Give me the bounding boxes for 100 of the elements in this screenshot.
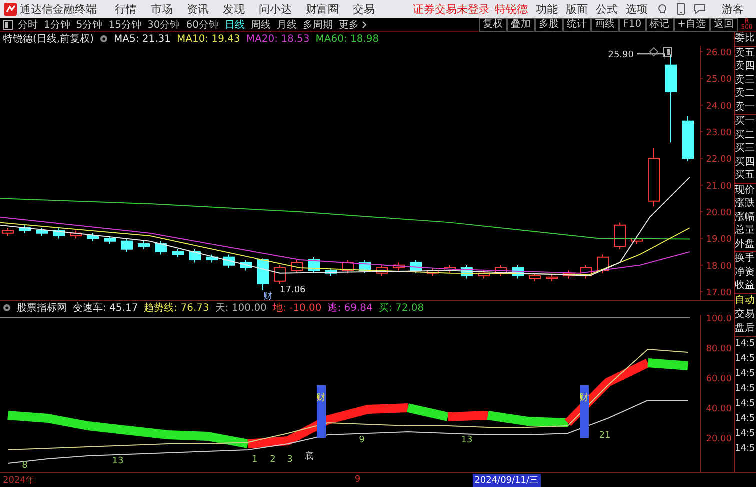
trade-label: 交易 <box>735 308 756 322</box>
period-tab[interactable]: 15分钟 <box>108 18 142 32</box>
period-tab[interactable]: 周线 <box>250 18 271 32</box>
menu-item[interactable]: 财富圈 <box>306 2 339 16</box>
toolbar-button[interactable]: F10 <box>619 18 646 32</box>
axis-label: 21.00 <box>706 182 732 192</box>
signal-label: 9 <box>359 436 365 446</box>
indicator-value: 地: -10.00 <box>272 302 322 315</box>
candle <box>410 260 422 274</box>
candle <box>512 264 524 280</box>
candle <box>240 260 252 272</box>
trade-time: 14:5 <box>735 352 756 366</box>
candle <box>580 264 592 280</box>
quote-label: 买四 <box>735 156 756 169</box>
candle <box>342 260 354 274</box>
toolbar-button[interactable]: 复权 <box>479 18 508 32</box>
quote-label: 卖二 <box>735 87 756 100</box>
candle <box>104 236 116 245</box>
candle <box>597 254 609 274</box>
panel-toggle-icon[interactable] <box>3 20 13 30</box>
period-tab[interactable]: 分时 <box>18 18 38 32</box>
period-tab[interactable]: 更多 <box>338 18 367 32</box>
candle <box>206 254 218 264</box>
menu-item[interactable]: 资讯 <box>187 2 209 16</box>
period-tab[interactable]: 60分钟 <box>186 18 219 32</box>
quote-label: 收益 <box>735 279 756 292</box>
signal-label: 2 <box>270 455 276 465</box>
message-icon[interactable] <box>694 4 706 14</box>
menu-item[interactable]: 公式 <box>596 2 618 16</box>
menu-item[interactable]: 版面 <box>566 2 588 16</box>
signal-label: 财 <box>580 394 588 404</box>
menu-item[interactable]: 市场 <box>151 2 173 16</box>
candle <box>376 264 388 277</box>
period-tab[interactable]: 5分钟 <box>76 18 103 32</box>
toolbar-button[interactable]: 多股 <box>535 18 564 32</box>
quote-label: 卖三 <box>735 74 756 87</box>
date-label: 2024年 <box>3 474 35 486</box>
period-tab[interactable]: 多周期 <box>302 18 333 32</box>
indicator-value: MA20: 18.53 <box>246 34 310 44</box>
period-tab[interactable]: 日线 <box>224 18 245 32</box>
trade-time: 14:5 <box>735 382 756 396</box>
signal-label: 13 <box>112 456 124 466</box>
candle <box>444 264 456 274</box>
app-title: 通达信金融终端 <box>20 2 97 16</box>
caret-icon <box>362 20 367 28</box>
menu-item[interactable]: 问小达 <box>259 2 292 16</box>
menu-item[interactable]: 功能 <box>536 2 558 16</box>
user-name[interactable]: 游客 <box>722 2 744 16</box>
trade-label: 盘后 <box>735 322 756 336</box>
signal-label: 3 <box>287 455 293 465</box>
candle <box>614 222 626 250</box>
settings-icon[interactable] <box>3 304 11 312</box>
toolbar-button[interactable]: 画线 <box>591 18 620 32</box>
period-tab[interactable]: 30分钟 <box>147 18 180 32</box>
candle <box>155 240 167 256</box>
candle <box>325 268 337 277</box>
candle <box>189 248 201 264</box>
quote-label: 涨跌 <box>735 197 756 210</box>
period-tab[interactable]: 1分钟 <box>44 18 70 32</box>
candle <box>274 264 286 285</box>
indicator-value: 逃: 69.84 <box>328 302 373 315</box>
menu-item[interactable]: 行情 <box>115 2 137 16</box>
menu-item[interactable]: 交易 <box>353 2 375 16</box>
candle <box>36 228 48 237</box>
quote-label: 卖一 <box>735 100 756 114</box>
candle <box>257 258 269 291</box>
window-icon[interactable] <box>663 47 672 57</box>
axis-label: 80.00 <box>706 344 732 354</box>
price-annotation: 财 <box>264 292 272 300</box>
quote-label: 现价 <box>735 184 756 197</box>
candle <box>427 268 439 277</box>
indicator-value: 天: 100.00 <box>215 302 267 315</box>
menu-item[interactable]: 选项 <box>626 2 648 16</box>
trade-time: 14:5 <box>735 338 756 350</box>
axis-label: 19.00 <box>706 235 732 246</box>
candle <box>121 238 133 253</box>
price-annotation: 25.90 <box>608 50 634 61</box>
candle <box>359 260 371 274</box>
candle <box>529 272 541 282</box>
trade-time: 14:5 <box>735 368 756 380</box>
toolbar-button[interactable]: 标记 <box>646 18 674 32</box>
candle <box>70 230 82 240</box>
period-tab[interactable]: 月线 <box>276 18 297 32</box>
menu-item[interactable]: 发现 <box>223 2 245 16</box>
trade-time: 14:5 <box>735 442 756 456</box>
chart-title: 股票指标网 <box>17 302 67 315</box>
toolbar-button[interactable]: +自选 <box>674 18 710 32</box>
phone-icon[interactable] <box>677 3 685 15</box>
candle <box>53 228 65 240</box>
signal-label: 底 <box>304 452 314 462</box>
bulb-icon[interactable] <box>657 4 668 14</box>
diamond-icon[interactable] <box>649 47 659 57</box>
trade-time: 14:5 <box>735 398 756 410</box>
toolbar-button[interactable]: 统计 <box>563 18 592 32</box>
quote-label: 委比 <box>735 32 756 46</box>
toolbar-button[interactable]: 返回 <box>710 18 738 32</box>
settings-icon[interactable] <box>100 35 108 43</box>
indicator-value: MA10: 19.43 <box>177 34 240 44</box>
axis-label: 17.00 <box>706 288 732 299</box>
toolbar-button[interactable]: 叠加 <box>507 18 536 32</box>
